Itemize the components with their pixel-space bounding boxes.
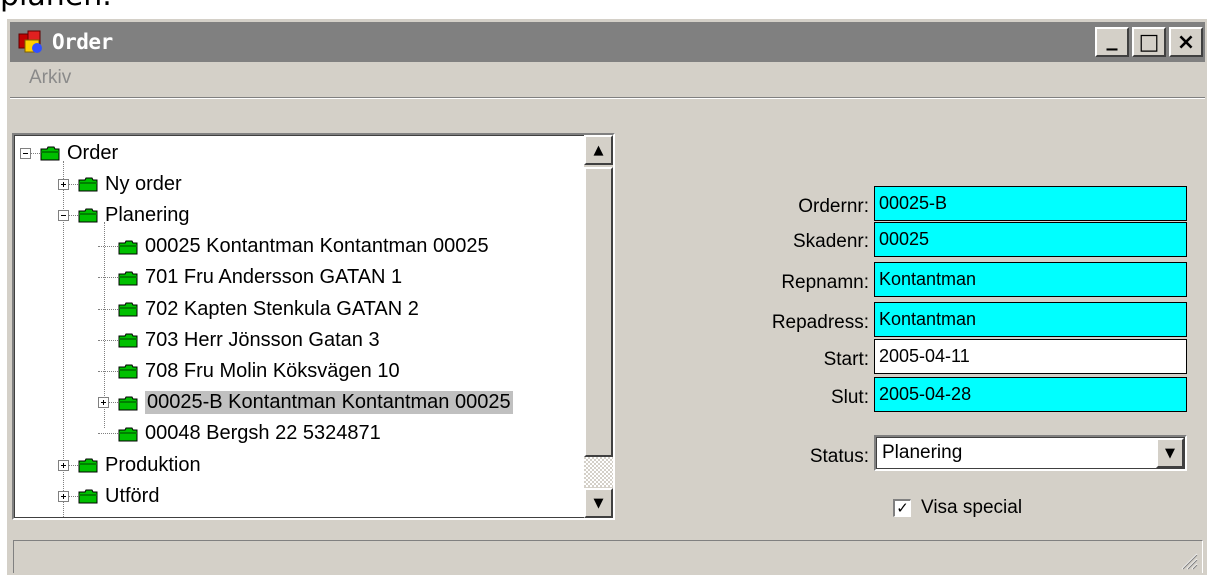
folder-icon (118, 396, 138, 411)
tree-node[interactable]: 708 Fru Molin Köksvägen 10 (98, 356, 400, 386)
window-title: Order (52, 30, 113, 54)
menu-bar: Arkiv (10, 63, 1205, 97)
repadress-label: Repadress: (771, 312, 869, 333)
chevron-down-icon: ▼ (1165, 445, 1175, 461)
tree-node[interactable]: Utförd (58, 481, 159, 511)
expand-icon[interactable] (58, 490, 69, 502)
dropdown-button[interactable]: ▼ (1156, 438, 1184, 468)
resize-grip-icon[interactable] (1178, 550, 1198, 570)
folder-icon (118, 364, 138, 379)
tree-content: Order Ny order Planering 00025 Kontantman … (14, 135, 582, 518)
expand-icon[interactable] (98, 397, 109, 409)
tree-node[interactable]: 701 Fru Andersson GATAN 1 (98, 263, 402, 293)
folder-icon (118, 427, 138, 442)
scroll-track[interactable] (584, 457, 613, 487)
tree-node-label: Ny order (105, 172, 182, 195)
visa-special-label: Visa special (921, 497, 1023, 518)
scroll-up-button[interactable]: ▲ (584, 135, 613, 165)
scroll-down-button[interactable]: ▼ (584, 488, 613, 518)
arrow-down-icon: ▼ (593, 495, 604, 511)
checkbox-box[interactable]: ✓ (893, 499, 911, 517)
scroll-thumb[interactable] (584, 167, 613, 457)
folder-icon (78, 177, 98, 192)
cut-off-caption: planen. (0, 0, 112, 13)
menu-arkiv[interactable]: Arkiv (29, 67, 71, 89)
folder-icon (118, 240, 138, 255)
arrow-up-icon: ▲ (593, 142, 604, 158)
repnamn-label: Repnamn: (781, 272, 869, 293)
tree-node[interactable]: Planering (58, 200, 190, 230)
tree-node-label: 00025 Kontantman Kontantman 00025 (145, 235, 489, 258)
close-icon: × (1176, 29, 1196, 55)
menu-separator (10, 97, 1205, 99)
skadenr-label: Skadenr: (792, 231, 869, 252)
visa-special-checkbox[interactable]: ✓ Visa special (893, 497, 1022, 519)
collapse-icon[interactable] (58, 209, 69, 221)
minimize-button[interactable]: _ (1095, 25, 1129, 57)
folder-icon (78, 458, 98, 473)
tree-node[interactable]: Ny order (58, 169, 182, 199)
start-field[interactable]: 2005-04-11 (874, 339, 1187, 374)
folder-icon (40, 146, 60, 161)
slut-label: Slut: (830, 387, 869, 408)
close-button[interactable]: × (1169, 27, 1203, 57)
expand-icon[interactable] (58, 459, 69, 471)
maximize-button[interactable]: □ (1132, 27, 1166, 57)
tree-node[interactable]: 00048 Bergsh 22 5324871 (98, 419, 381, 449)
tree-node-label: Utförd (105, 484, 160, 507)
tree-node-label: Produktion (105, 453, 201, 476)
repadress-field[interactable]: Kontantman (874, 302, 1187, 337)
status-value: Planering (882, 442, 963, 463)
tree-node-label: 708 Fru Molin Köksvägen 10 (145, 359, 400, 382)
slut-field[interactable]: 2005-04-28 (874, 377, 1187, 412)
order-tree-view[interactable]: Order Ny order Planering 00025 Kontantman … (12, 133, 615, 520)
tree-node-label: 701 Fru Andersson GATAN 1 (145, 266, 403, 289)
minimize-icon: _ (1106, 25, 1118, 51)
tree-node-label: 00025-B Kontantman Kontantman 00025 (145, 391, 513, 415)
ordernr-label: Ordernr: (798, 196, 869, 217)
folder-icon (118, 271, 138, 286)
repnamn-field[interactable]: Kontantman (874, 262, 1187, 297)
status-bar (13, 540, 1203, 573)
status-select[interactable]: Planering ▼ (874, 435, 1187, 471)
maximize-icon: □ (1138, 29, 1160, 55)
start-label: Start: (823, 349, 869, 370)
tree-node-order[interactable]: Order (20, 138, 118, 168)
folder-icon (78, 208, 98, 223)
tree-scrollbar[interactable]: ▲ ▼ (584, 135, 613, 518)
ordernr-field[interactable]: 00025-B (874, 186, 1187, 221)
folder-icon (78, 489, 98, 504)
checkmark-icon: ✓ (896, 499, 909, 517)
expand-icon[interactable] (58, 178, 69, 190)
tree-node-label: Order (67, 141, 119, 164)
folder-icon (118, 302, 138, 317)
app-icon (14, 25, 50, 59)
collapse-icon[interactable] (20, 147, 31, 159)
tree-node-selected[interactable]: 00025-B Kontantman Kontantman 00025 (98, 388, 513, 418)
skadenr-field[interactable]: 00025 (874, 222, 1187, 257)
title-bar[interactable]: Order _ □ × (10, 22, 1205, 62)
tree-node[interactable]: 702 Kapten Stenkula GATAN 2 (98, 294, 419, 324)
tree-node-label: 702 Kapten Stenkula GATAN 2 (145, 297, 419, 320)
tree-node-label: 703 Herr Jönsson Gatan 3 (145, 328, 380, 351)
status-label: Status: (809, 446, 869, 467)
folder-icon (118, 333, 138, 348)
tree-node[interactable]: 00025 Kontantman Kontantman 00025 (98, 232, 489, 262)
tree-node-label: Planering (105, 203, 190, 226)
tree-node[interactable]: Produktion (58, 450, 201, 480)
tree-node-label: 00048 Bergsh 22 5324871 (145, 422, 381, 445)
window-controls: _ □ × (1095, 25, 1203, 57)
tree-node[interactable]: 703 Herr Jönsson Gatan 3 (98, 325, 380, 355)
